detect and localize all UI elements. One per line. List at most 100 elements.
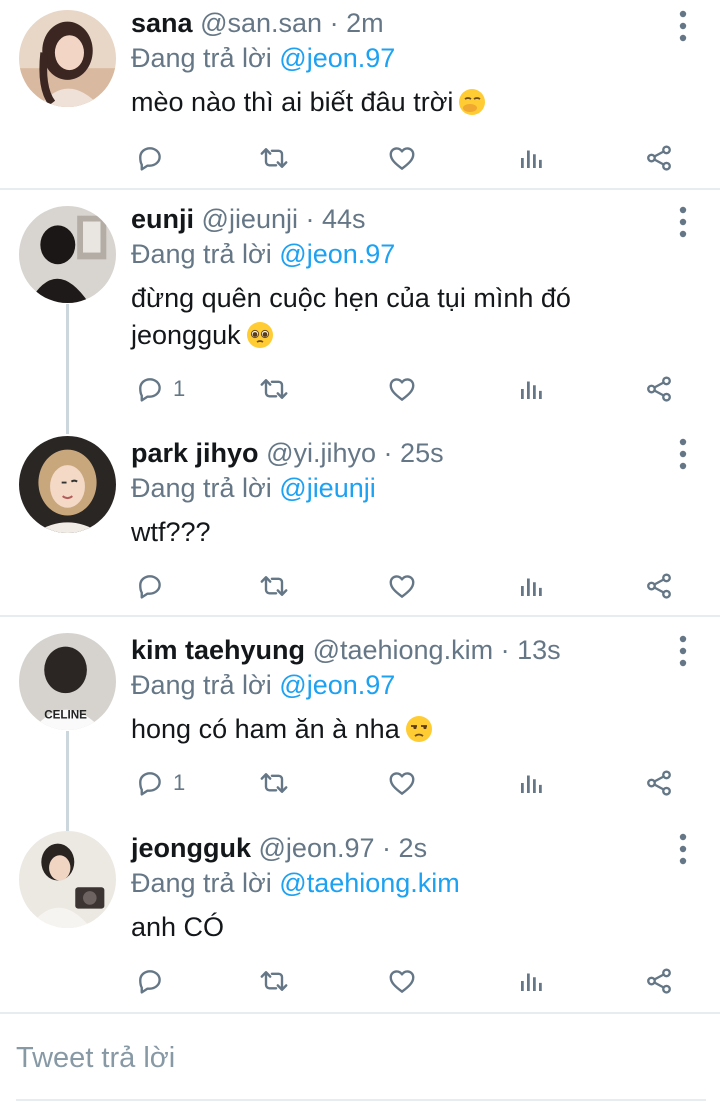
more-options-icon[interactable] <box>676 633 690 669</box>
tweet-text: anh CÓ <box>131 909 660 946</box>
reply-icon <box>135 571 165 601</box>
retweet-button[interactable] <box>259 566 289 606</box>
separator: · <box>383 438 393 468</box>
user-handle[interactable]: @taehiong.kim <box>313 635 494 665</box>
like-button[interactable] <box>387 138 417 178</box>
replying-prefix: Đang trả lời <box>131 473 272 503</box>
face-with-hand-over-mouth-emoji <box>459 89 486 115</box>
avatar[interactable] <box>19 206 116 303</box>
retweet-button[interactable] <box>259 763 289 803</box>
reply-target-link[interactable]: @jeon.97 <box>279 43 395 73</box>
share-button[interactable] <box>644 566 674 606</box>
retweet-icon <box>259 966 289 996</box>
reply-icon <box>135 143 165 173</box>
pleading-face-emoji <box>246 322 273 348</box>
user-name[interactable]: sana <box>131 8 193 38</box>
analytics-button[interactable] <box>516 566 546 606</box>
analytics-button[interactable] <box>516 138 546 178</box>
tweet-text-content: hong có ham ăn à nha <box>131 714 400 744</box>
analytics-button[interactable] <box>516 763 546 803</box>
timestamp[interactable]: 2m <box>346 8 384 38</box>
retweet-button[interactable] <box>259 961 289 1001</box>
timestamp[interactable]: 13s <box>517 635 561 665</box>
user-handle[interactable]: @jeon.97 <box>259 833 375 863</box>
user-handle[interactable]: @jieunji <box>202 204 298 234</box>
share-button[interactable] <box>644 961 674 1001</box>
share-button[interactable] <box>644 369 674 409</box>
replying-prefix: Đang trả lời <box>131 43 272 73</box>
reply-input-underline <box>16 1099 706 1101</box>
share-button[interactable] <box>644 763 674 803</box>
analytics-icon <box>516 374 546 404</box>
like-button[interactable] <box>387 763 417 803</box>
analytics-icon <box>516 571 546 601</box>
tweet-text: mèo nào thì ai biết đâu trời <box>131 84 660 121</box>
reply-icon <box>135 966 165 996</box>
user-handle[interactable]: @san.san <box>200 8 322 38</box>
retweet-icon <box>259 768 289 798</box>
analytics-icon <box>516 143 546 173</box>
replying-to-line: Đang trả lời @jeon.97 <box>131 41 660 75</box>
tweet-text-content: mèo nào thì ai biết đâu trời <box>131 87 454 117</box>
reply-target-link[interactable]: @taehiong.kim <box>279 868 460 898</box>
reply-button[interactable] <box>135 961 173 1001</box>
heart-icon <box>387 143 417 173</box>
reply-tweet[interactable]: eunji @jieunji · 44s Đang trả lời @jeon.… <box>0 190 720 420</box>
timestamp[interactable]: 44s <box>322 204 366 234</box>
retweet-icon <box>259 143 289 173</box>
timestamp[interactable]: 2s <box>399 833 428 863</box>
analytics-icon <box>516 966 546 996</box>
tweet-text-content: wtf??? <box>131 517 211 547</box>
reply-button[interactable] <box>135 138 173 178</box>
timestamp[interactable]: 25s <box>400 438 444 468</box>
reply-button[interactable] <box>135 566 173 606</box>
separator: · <box>305 204 315 234</box>
separator: · <box>500 635 510 665</box>
separator: · <box>329 8 339 38</box>
avatar[interactable] <box>19 10 116 107</box>
more-options-icon[interactable] <box>676 436 690 472</box>
retweet-icon <box>259 571 289 601</box>
share-icon <box>644 571 674 601</box>
reply-icon <box>135 768 165 798</box>
like-button[interactable] <box>387 961 417 1001</box>
reply-count: 1 <box>173 770 186 795</box>
analytics-button[interactable] <box>516 961 546 1001</box>
user-handle[interactable]: @yi.jihyo <box>266 438 376 468</box>
reply-tweet[interactable]: sana @san.san · 2m Đang trả lời @jeon.97… <box>0 0 720 188</box>
user-name[interactable]: jeongguk <box>131 833 251 863</box>
heart-icon <box>387 374 417 404</box>
reply-input[interactable] <box>16 1036 696 1080</box>
reply-count: 1 <box>173 376 186 401</box>
retweet-button[interactable] <box>259 138 289 178</box>
avatar[interactable]: CELINE <box>19 633 116 730</box>
reply-target-link[interactable]: @jeon.97 <box>279 670 395 700</box>
like-button[interactable] <box>387 566 417 606</box>
user-name[interactable]: eunji <box>131 204 194 234</box>
user-name[interactable]: kim taehyung <box>131 635 305 665</box>
like-button[interactable] <box>387 369 417 409</box>
analytics-button[interactable] <box>516 369 546 409</box>
reply-tweet[interactable]: CELINE kim taehyung @taehiong.kim · 13s … <box>0 617 720 817</box>
reply-tweet[interactable]: jeongguk @jeon.97 · 2s Đang trả lời @tae… <box>0 815 720 1013</box>
share-icon <box>644 143 674 173</box>
replying-prefix: Đang trả lời <box>131 868 272 898</box>
replying-to-line: Đang trả lời @jeon.97 <box>131 668 660 702</box>
more-options-icon[interactable] <box>676 831 690 867</box>
avatar[interactable] <box>19 436 116 533</box>
retweet-button[interactable] <box>259 369 289 409</box>
replying-to-line: Đang trả lời @jeon.97 <box>131 237 660 271</box>
replying-to-line: Đang trả lời @taehiong.kim <box>131 866 660 900</box>
reply-button[interactable]: 1 <box>135 763 185 803</box>
more-options-icon[interactable] <box>676 8 690 44</box>
reply-target-link[interactable]: @jeon.97 <box>279 239 395 269</box>
reply-target-link[interactable]: @jieunji <box>279 473 375 503</box>
more-options-icon[interactable] <box>676 204 690 240</box>
share-button[interactable] <box>644 138 674 178</box>
reply-tweet[interactable]: park jihyo @yi.jihyo · 25s Đang trả lời … <box>0 420 720 616</box>
avatar[interactable] <box>19 831 116 928</box>
user-name[interactable]: park jihyo <box>131 438 259 468</box>
tweet-text: wtf??? <box>131 514 660 551</box>
reply-button[interactable]: 1 <box>135 369 185 409</box>
heart-icon <box>387 768 417 798</box>
